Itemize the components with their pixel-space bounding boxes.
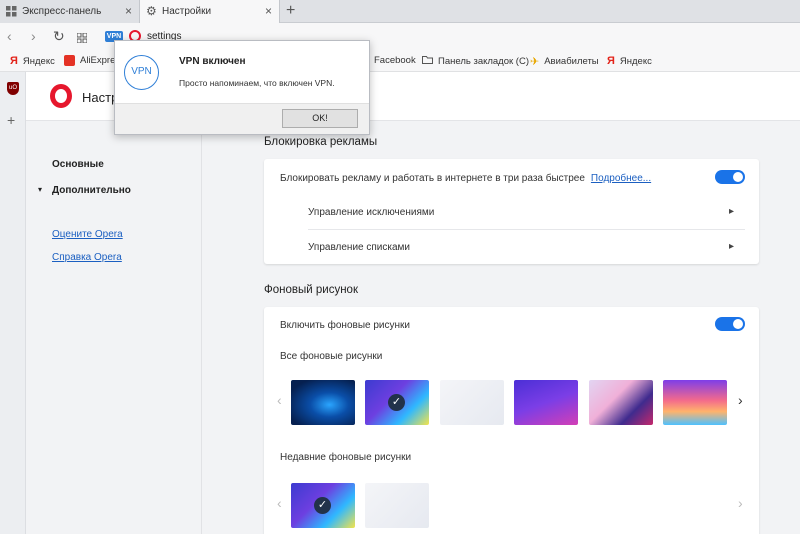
wallpaper-toggle-label: Включить фоновые рисунки <box>280 320 410 331</box>
ublock-icon[interactable]: uO <box>7 82 19 95</box>
opera-logo <box>50 84 72 108</box>
yandex-icon: Я <box>10 55 18 67</box>
bookmark-item[interactable]: ✈ Авиабилеты <box>530 55 599 68</box>
nav-advanced[interactable]: Дополнительно <box>52 185 131 196</box>
adblock-row: Блокировать рекламу и работать в интерне… <box>280 173 651 184</box>
wallpaper-thumb-selected[interactable]: ✓ <box>365 380 429 425</box>
new-tab-button[interactable]: + <box>286 2 295 20</box>
forward-icon[interactable]: › <box>31 28 36 44</box>
folder-icon <box>422 55 433 67</box>
dialog-message: Просто напоминаем, что включен VPN. <box>179 78 335 88</box>
chevron-left-icon[interactable]: ‹ <box>277 392 282 408</box>
chevron-right-icon[interactable]: ▸ <box>729 206 734 217</box>
adblock-toggle[interactable] <box>715 170 745 184</box>
settings-nav: Основные ▾ Дополнительно Оцените Opera С… <box>26 121 202 534</box>
wallpaper-thumb-windows[interactable] <box>291 380 355 425</box>
bookmark-label: Панель закладок (С) <box>438 55 529 67</box>
tab-settings[interactable]: ⚙ Настройки × <box>140 0 280 23</box>
tab-speed-dial[interactable]: Экспресс-панель × <box>0 0 140 23</box>
back-icon[interactable]: ‹ <box>7 28 12 44</box>
settings-page: Настройки Основные ▾ Дополнительно Оцени… <box>26 72 800 534</box>
bookmark-label: Facebook <box>374 55 416 66</box>
nav-basic[interactable]: Основные <box>52 159 104 170</box>
wallpaper-thumb-wave[interactable] <box>663 380 727 425</box>
check-icon: ✓ <box>314 497 331 514</box>
grid-icon[interactable] <box>76 30 88 46</box>
check-icon: ✓ <box>388 394 405 411</box>
wallpaper-card: Включить фоновые рисунки Все фоновые рис… <box>264 307 759 534</box>
wallpaper-thumb-purple[interactable] <box>514 380 578 425</box>
plane-icon: ✈ <box>530 56 540 68</box>
dialog-footer: OK! <box>115 103 369 134</box>
tab-strip: Экспресс-панель × ⚙ Настройки × + <box>0 0 800 23</box>
adblock-card: Блокировать рекламу и работать в интерне… <box>264 159 759 264</box>
reload-icon[interactable]: ↻ <box>53 28 65 45</box>
vpn-icon: VPN <box>124 55 159 90</box>
bookmark-label: Авиабилеты <box>544 56 599 67</box>
close-icon[interactable]: × <box>265 4 272 18</box>
grid-icon <box>6 6 17 17</box>
chevron-right-icon[interactable]: › <box>738 495 743 511</box>
tab-label: Настройки <box>162 6 212 17</box>
recent-wallpapers-label: Недавние фоновые рисунки <box>280 452 412 463</box>
bookmark-label: Яндекс <box>619 55 652 67</box>
manage-exceptions-label[interactable]: Управление исключениями <box>308 207 434 218</box>
bookmark-item[interactable]: Я Яндекс <box>607 55 652 67</box>
rate-opera-link[interactable]: Оцените Opera <box>52 229 123 240</box>
wallpaper-toggle[interactable] <box>715 317 745 331</box>
bookmark-label: Яндекс <box>22 55 55 67</box>
yandex-icon: Я <box>607 55 615 67</box>
wallpaper-section-title: Фоновый рисунок <box>264 284 358 296</box>
adblock-section-title: Блокировка рекламы <box>264 136 378 148</box>
aliexpress-icon <box>64 55 75 66</box>
caret-down-icon: ▾ <box>38 185 43 194</box>
adblock-toggle-label: Блокировать рекламу и работать в интерне… <box>280 173 585 184</box>
add-icon[interactable]: + <box>7 112 15 128</box>
bookmark-item[interactable]: Facebook <box>374 55 416 66</box>
chevron-left-icon[interactable]: ‹ <box>277 495 282 511</box>
tab-label: Экспресс-панель <box>22 6 102 17</box>
chevron-right-icon[interactable]: ▸ <box>729 241 734 252</box>
close-icon[interactable]: × <box>125 4 132 18</box>
recent-thumb-light[interactable] <box>365 483 429 528</box>
wallpaper-thumb-light[interactable] <box>440 380 504 425</box>
vpn-dialog: VPN VPN включен Просто напоминаем, что в… <box>114 40 370 135</box>
wallpaper-thumb-whale[interactable] <box>589 380 653 425</box>
all-wallpapers-label: Все фоновые рисунки <box>280 351 383 362</box>
divider <box>308 229 745 230</box>
help-opera-link[interactable]: Справка Opera <box>52 252 122 263</box>
ok-button[interactable]: OK! <box>282 109 358 128</box>
gear-icon: ⚙ <box>146 4 157 18</box>
manage-lists-label[interactable]: Управление списками <box>308 242 410 253</box>
recent-thumb-selected[interactable]: ✓ <box>291 483 355 528</box>
chevron-right-icon[interactable]: › <box>738 392 743 408</box>
dialog-title: VPN включен <box>179 56 246 67</box>
bookmark-item[interactable]: Панель закладок (С) <box>422 55 529 67</box>
sidebar: uO + <box>0 72 26 534</box>
bookmark-item[interactable]: Я Яндекс <box>10 55 55 67</box>
learn-more-link[interactable]: Подробнее... <box>591 173 651 184</box>
